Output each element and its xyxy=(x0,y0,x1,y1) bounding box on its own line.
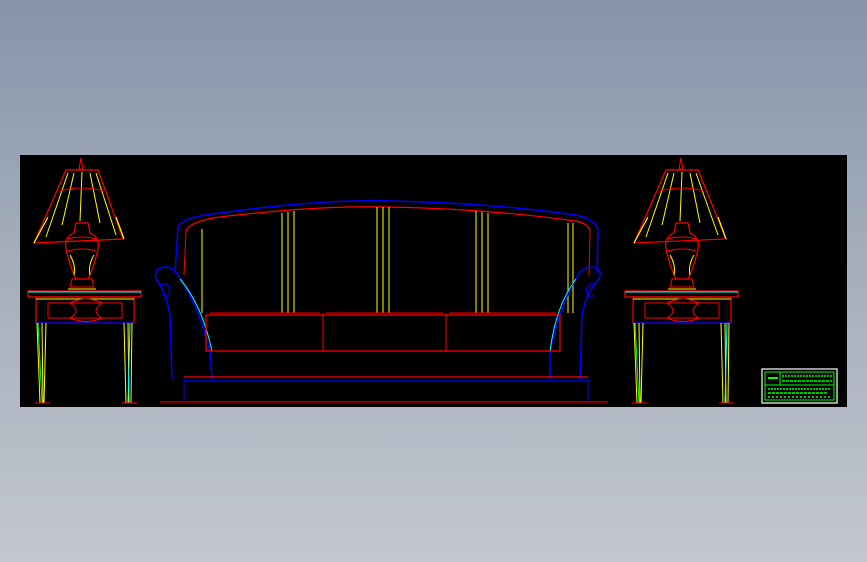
title-block xyxy=(761,368,838,404)
right-side-table xyxy=(624,290,739,404)
sofa xyxy=(154,200,608,403)
right-table-lamp xyxy=(633,157,727,290)
left-side-table xyxy=(27,290,142,404)
drawing-canvas[interactable] xyxy=(20,155,847,407)
left-table-lamp xyxy=(33,157,125,290)
furniture-elevation-drawing xyxy=(27,157,838,404)
cad-viewport[interactable] xyxy=(0,0,867,562)
